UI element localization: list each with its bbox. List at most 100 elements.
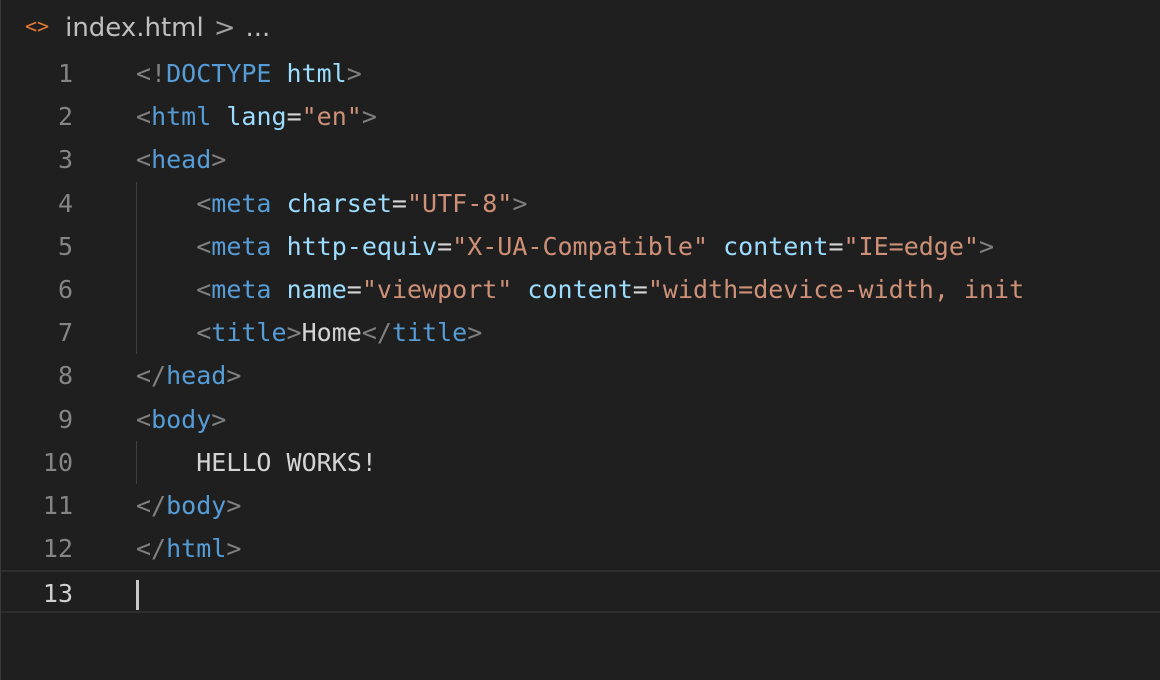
line-content[interactable]: <html lang="en"> <box>136 95 377 138</box>
code-token: "en" <box>301 102 362 132</box>
code-area[interactable]: 1 <!DOCTYPE html> 2 <html lang="en"> 3 <head>… <box>1 52 1160 614</box>
code-token: = <box>437 231 453 261</box>
code-token: = <box>286 102 302 132</box>
line-content[interactable]: HELLO WORKS! <box>136 441 377 484</box>
code-line[interactable]: 2 <html lang="en"> <box>1 95 1160 138</box>
line-content[interactable]: <!DOCTYPE html> <box>136 52 362 95</box>
code-line[interactable]: 10 HELLO WORKS! <box>1 441 1160 484</box>
line-number: 6 <box>57 274 73 304</box>
code-line[interactable]: 11 </body> <box>1 484 1160 527</box>
code-line[interactable]: 1 <!DOCTYPE html> <box>1 52 1160 95</box>
line-content[interactable]: <meta charset="UTF-8"> <box>136 182 527 225</box>
line-content[interactable]: </head> <box>136 354 241 397</box>
code-token: </ <box>136 361 167 391</box>
code-token: < <box>196 318 212 348</box>
code-line[interactable]: 13 <box>1 570 1160 614</box>
line-number: 10 <box>42 447 73 477</box>
code-token: < <box>136 404 152 434</box>
code-token: < <box>196 188 212 218</box>
code-token: http-equiv <box>286 231 438 261</box>
code-editor[interactable]: <> index.html > ... 1 <!DOCTYPE html> 2 <ht… <box>0 0 1160 680</box>
line-content[interactable]: <title>Home</title> <box>136 311 482 354</box>
code-token: < <box>196 274 212 304</box>
line-number: 2 <box>57 102 73 132</box>
code-token: head <box>166 361 227 391</box>
line-number: 9 <box>57 404 73 434</box>
code-line[interactable]: 12 </html> <box>1 527 1160 570</box>
code-token: = <box>828 231 844 261</box>
code-token: > <box>226 490 242 520</box>
code-token: "width=device-width, init <box>647 274 1025 304</box>
code-token: = <box>391 188 407 218</box>
code-brackets-icon: <> <box>25 14 50 38</box>
chevron-right-icon: > <box>213 13 236 43</box>
code-token: "UTF-8" <box>406 188 513 218</box>
code-token: title <box>211 318 287 348</box>
code-token: meta <box>211 274 272 304</box>
code-line[interactable]: 4 <meta charset="UTF-8"> <box>1 182 1160 225</box>
code-token: < <box>196 231 212 261</box>
code-line[interactable]: 6 <meta name="viewport" content="width=d… <box>1 268 1160 311</box>
code-token: meta <box>211 188 272 218</box>
line-content[interactable]: <meta http-equiv="X-UA-Compatible" conte… <box>136 225 994 268</box>
code-token: body <box>151 404 212 434</box>
code-line[interactable]: 5 <meta http-equiv="X-UA-Compatible" con… <box>1 225 1160 268</box>
code-line[interactable]: 3 <head> <box>1 138 1160 181</box>
breadcrumb-file[interactable]: index.html <box>65 13 204 43</box>
line-number: 4 <box>57 188 73 218</box>
code-token: <! <box>136 59 167 88</box>
code-token: > <box>211 145 227 175</box>
code-token: lang <box>226 102 287 132</box>
code-token: "IE=edge" <box>843 231 979 261</box>
code-line[interactable]: 8 </head> <box>1 354 1160 397</box>
code-token: html <box>286 59 347 88</box>
code-token: meta <box>211 231 272 261</box>
code-token: head <box>151 145 212 175</box>
code-token: </ <box>136 490 167 520</box>
line-content[interactable]: <head> <box>136 138 226 181</box>
code-token: > <box>211 404 227 434</box>
code-token: < <box>136 102 152 132</box>
code-token: title <box>391 318 468 348</box>
code-line[interactable]: 9 <body> <box>1 398 1160 441</box>
code-token: > <box>978 231 995 261</box>
code-token: > <box>361 102 377 132</box>
code-token: </ <box>136 534 167 564</box>
code-token: > <box>286 318 302 348</box>
code-token: = <box>346 274 362 304</box>
code-token: > <box>226 534 242 564</box>
code-token: > <box>512 188 528 218</box>
line-content[interactable]: <meta name="viewport" content="width=dev… <box>136 268 1024 311</box>
line-number: 8 <box>57 361 73 391</box>
line-content[interactable]: <body> <box>136 398 226 441</box>
code-token: body <box>166 490 227 520</box>
code-token: = <box>632 274 648 304</box>
breadcrumb-ellipsis[interactable]: ... <box>246 13 271 43</box>
text-cursor <box>136 580 139 611</box>
code-token: content <box>723 231 829 261</box>
code-token: < <box>136 145 152 175</box>
code-token: </ <box>361 318 392 348</box>
code-token: HELLO WORKS! <box>136 447 377 477</box>
line-number: 12 <box>42 534 73 564</box>
code-token: > <box>226 361 242 391</box>
code-token: html <box>151 102 212 132</box>
line-number: 1 <box>57 59 73 88</box>
code-line[interactable]: 7 <title>Home</title> <box>1 311 1160 354</box>
code-token: "viewport" <box>361 274 513 304</box>
line-content[interactable]: </html> <box>136 527 241 570</box>
code-token: content <box>527 274 633 304</box>
line-number: 5 <box>57 231 73 261</box>
line-content[interactable]: </body> <box>136 484 241 527</box>
